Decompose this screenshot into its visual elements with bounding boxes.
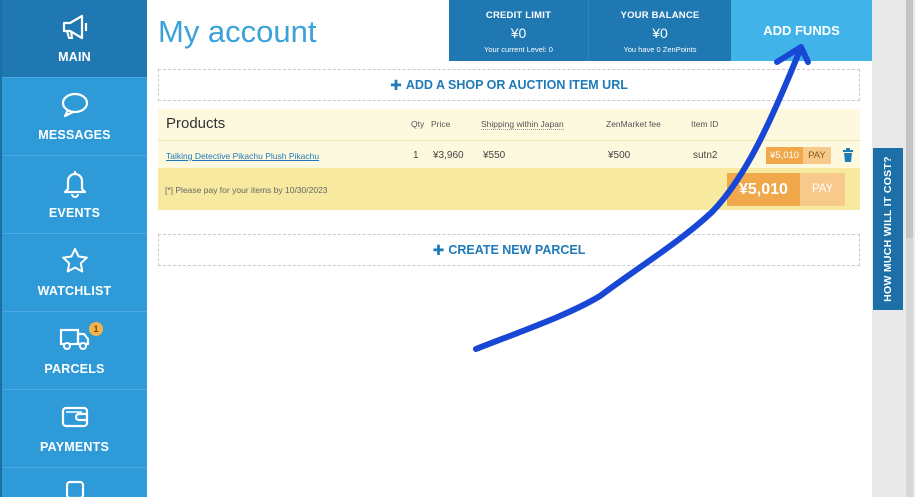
create-parcel-button[interactable]: ✚ CREATE NEW PARCEL — [158, 234, 860, 266]
cost-calculator-tab[interactable]: HOW MUCH WILL IT COST? — [873, 148, 903, 310]
pay-total-button[interactable]: ¥5,010 PAY — [727, 173, 846, 206]
balance-box: YOUR BALANCE ¥0 You have 0 ZenPoints — [589, 0, 731, 61]
trash-icon[interactable] — [842, 148, 854, 162]
sidebar-item-label: PAYMENTS — [40, 440, 109, 454]
col-price: Price — [431, 119, 451, 129]
col-qty: Qty — [411, 119, 425, 129]
sidebar-item-messages[interactable]: MESSAGES — [2, 78, 147, 156]
pay-total-amount: ¥5,010 — [727, 173, 800, 206]
truck-icon — [58, 322, 92, 356]
add-item-url-button[interactable]: ✚ ADD A SHOP OR AUCTION ITEM URL — [158, 69, 860, 101]
zenpoints-text: You have 0 ZenPoints — [623, 45, 697, 54]
product-fee: ¥500 — [608, 150, 631, 161]
products-title: Products — [166, 115, 226, 132]
sidebar: MAIN MESSAGES EVENTS WATCHLIST 1 PARCELS… — [0, 0, 147, 498]
products-header: Products Qty Price Shipping within Japan… — [158, 109, 860, 140]
plus-icon: ✚ — [390, 76, 402, 93]
sidebar-item-events[interactable]: EVENTS — [2, 156, 147, 234]
sidebar-item-parcels[interactable]: 1 PARCELS — [2, 312, 147, 390]
products-footer: [*] Please pay for your items by 10/30/2… — [158, 168, 860, 210]
plus-icon: ✚ — [432, 241, 445, 258]
wallet-icon — [58, 400, 92, 434]
sidebar-item-label: EVENTS — [48, 206, 101, 220]
star-icon — [58, 244, 92, 278]
page-title: My account — [158, 14, 317, 49]
payment-deadline-note: [*] Please pay for your items by 10/30/2… — [165, 185, 328, 195]
product-item-id: sutn2 — [693, 150, 718, 161]
item-pay-label: PAY — [803, 147, 831, 164]
product-link[interactable]: Talking Detective Pikachu Plush Pikachu — [166, 151, 319, 161]
sidebar-item-label: MESSAGES — [38, 128, 111, 142]
products-table: Products Qty Price Shipping within Japan… — [158, 109, 860, 210]
megaphone-icon — [58, 10, 92, 44]
product-qty: 1 — [413, 150, 419, 161]
product-shipping: ¥550 — [483, 150, 506, 161]
product-price: ¥3,960 — [433, 150, 464, 161]
col-shipping: Shipping within Japan — [481, 119, 564, 130]
balance-title: YOUR BALANCE — [620, 10, 700, 21]
cost-calculator-label: HOW MUCH WILL IT COST? — [882, 156, 894, 302]
sidebar-item-main[interactable]: MAIN — [2, 0, 147, 78]
credit-limit-value: ¥0 — [510, 25, 527, 41]
sidebar-item-more[interactable] — [2, 468, 147, 498]
add-item-url-label: ADD A SHOP OR AUCTION ITEM URL — [405, 78, 628, 92]
scrollbar-thumb[interactable] — [906, 0, 913, 238]
sidebar-item-payments[interactable]: PAYMENTS — [2, 390, 147, 468]
parcels-badge: 1 — [89, 322, 103, 336]
add-funds-button[interactable]: ADD FUNDS — [731, 0, 872, 61]
credit-limit-box: CREDIT LIMIT ¥0 Your current Level: 0 — [449, 0, 589, 61]
col-fee: ZenMarket fee — [606, 119, 661, 129]
table-row: Talking Detective Pikachu Plush Pikachu … — [158, 140, 860, 169]
create-parcel-label: CREATE NEW PARCEL — [448, 243, 586, 257]
pay-total-label: PAY — [799, 173, 846, 206]
credit-limit-title: CREDIT LIMIT — [485, 10, 552, 21]
col-item-id: Item ID — [691, 119, 719, 129]
cup-icon — [58, 478, 92, 498]
chat-bubble-icon — [58, 88, 92, 122]
bell-icon — [58, 166, 92, 200]
item-pay-button[interactable]: ¥5,010 PAY — [766, 147, 831, 164]
balance-value: ¥0 — [652, 25, 668, 41]
item-pay-amount: ¥5,010 — [766, 147, 804, 164]
sidebar-item-label: MAIN — [58, 50, 91, 64]
sidebar-item-label: PARCELS — [44, 362, 105, 376]
sidebar-item-label: WATCHLIST — [37, 284, 112, 298]
sidebar-item-watchlist[interactable]: WATCHLIST — [2, 234, 147, 312]
credit-limit-level: Your current Level: 0 — [484, 45, 553, 54]
